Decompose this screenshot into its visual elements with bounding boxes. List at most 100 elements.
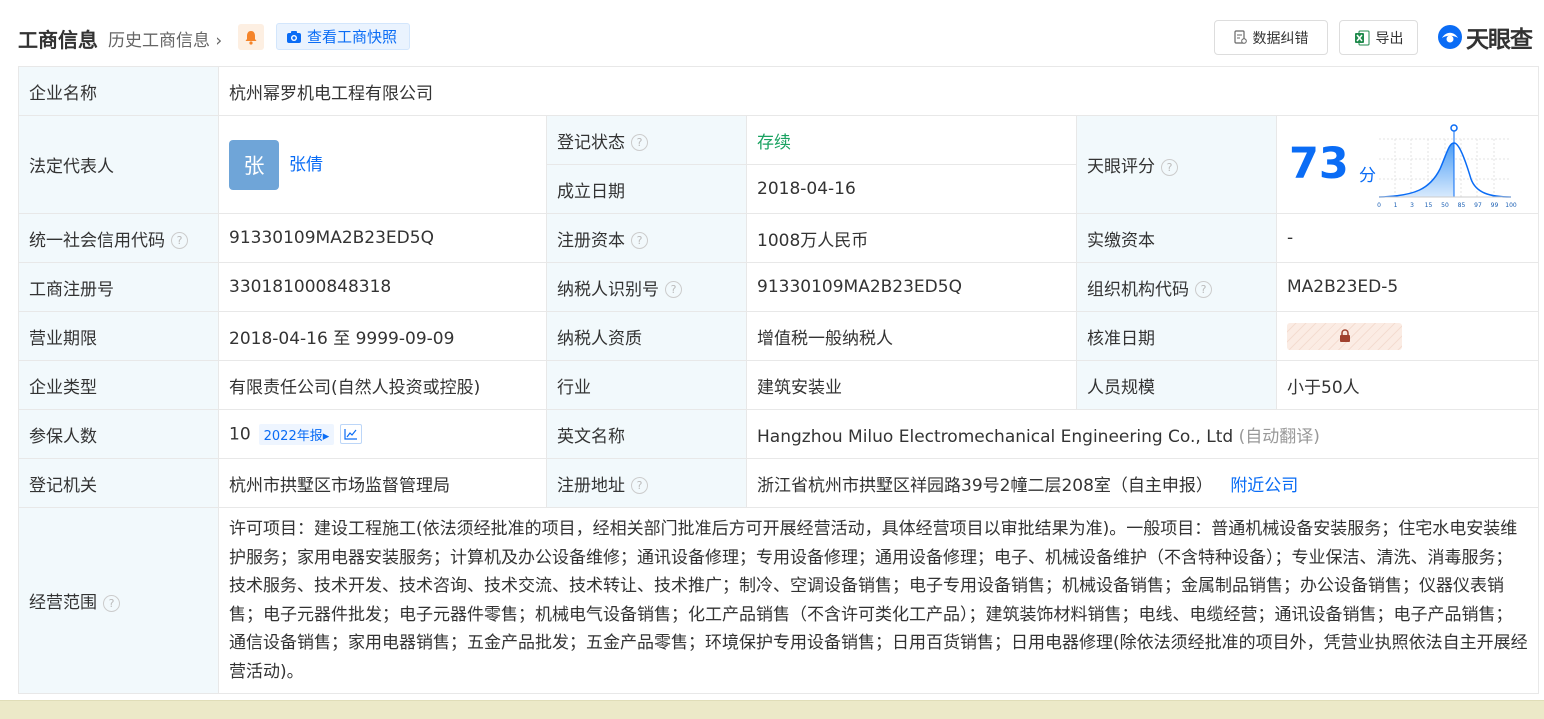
caret-right-icon: ▸ <box>322 428 330 444</box>
score-axis-tick: 50 <box>1441 202 1449 209</box>
table-row: 法定代表人 张张倩 登记状态? 存续 天眼评分? 73 分 0 1 3 15 5… <box>18 115 1539 214</box>
industry-label: 行业 <box>546 360 747 410</box>
locked-value[interactable] <box>1287 322 1402 350</box>
reg-address-label-cell: 注册地址? <box>546 458 747 508</box>
trend-chart-icon[interactable] <box>340 424 363 444</box>
english-name-label: 英文名称 <box>546 409 747 459</box>
camera-icon <box>287 30 301 43</box>
org-code-label: 组织机构代码 <box>1087 279 1189 300</box>
score-axis-tick: 3 <box>1410 202 1414 209</box>
score-cell[interactable]: 73 分 0 1 3 15 50 85 97 99 100 <box>1276 115 1539 214</box>
reg-capital-label-cell: 注册资本? <box>546 213 747 263</box>
score-unit: 分 <box>1359 165 1376 186</box>
score-label: 天眼评分 <box>1087 157 1155 177</box>
nearby-companies-link[interactable]: 附近公司 <box>1230 476 1298 496</box>
reg-address-value: 浙江省杭州市拱墅区祥园路39号2幢二层208室（自主申报） <box>757 475 1213 496</box>
score-number: 73 <box>1289 138 1349 189</box>
found-date-value: 2018-04-16 <box>746 164 1077 214</box>
taxpayer-id-value: 91330109MA2B23ED5Q <box>746 262 1077 312</box>
section-title: 工商信息 <box>18 28 98 52</box>
table-row: 登记机关 杭州市拱墅区市场监督管理局 注册地址? 浙江省杭州市拱墅区祥园路39号… <box>18 458 1539 508</box>
reg-authority-label: 登记机关 <box>18 458 219 508</box>
insured-cell: 10 2022年报▸ <box>218 409 547 459</box>
reg-capital-label: 注册资本 <box>557 230 625 251</box>
reg-status-value: 存续 <box>746 115 1077 165</box>
excel-icon <box>1354 30 1369 45</box>
help-icon[interactable]: ? <box>631 477 648 494</box>
chevron-right-icon: › <box>210 31 223 51</box>
reg-status-label: 登记状态 <box>557 132 625 153</box>
help-icon[interactable]: ? <box>171 232 188 249</box>
help-icon[interactable]: ? <box>1161 158 1178 176</box>
score-axis-tick: 0 <box>1377 202 1381 209</box>
term-label: 营业期限 <box>18 311 219 361</box>
paid-capital-label: 实缴资本 <box>1076 213 1277 263</box>
help-icon[interactable]: ? <box>665 281 682 298</box>
insured-value: 10 <box>229 424 251 444</box>
avatar[interactable]: 张 <box>229 139 279 190</box>
export-button[interactable]: 导出 <box>1339 20 1418 55</box>
score-axis-tick: 100 <box>1505 202 1517 209</box>
reg-status-label-cell: 登记状态? <box>546 115 747 165</box>
staff-size-value: 小于50人 <box>1276 360 1539 410</box>
snapshot-button[interactable]: 查看工商快照 <box>276 23 410 50</box>
reg-no-value: 330181000848318 <box>218 262 547 312</box>
help-icon[interactable]: ? <box>631 232 648 249</box>
table-row: 企业类型 有限责任公司(自然人投资或控股) 行业 建筑安装业 人员规模 小于50… <box>18 360 1539 410</box>
legal-rep-cell: 张张倩 <box>218 115 547 214</box>
reg-address-label: 注册地址 <box>557 475 625 496</box>
auto-translate-note: (自动翻译) <box>1238 426 1320 447</box>
legal-rep-label: 法定代表人 <box>18 115 219 214</box>
staff-size-label: 人员规模 <box>1076 360 1277 410</box>
table-row: 经营范围? 许可项目：建设工程施工(依法须经批准的项目，经相关部门批准后方可开展… <box>18 507 1539 694</box>
data-correction-button[interactable]: 数据纠错 <box>1214 20 1328 55</box>
bell-icon[interactable] <box>238 24 264 50</box>
found-date-label: 成立日期 <box>546 164 747 214</box>
score-widget: 73 分 0 1 3 15 50 85 97 99 100 <box>1277 117 1538 213</box>
history-info-link[interactable]: 历史工商信息 › <box>108 26 222 51</box>
score-distribution-chart: 0 1 3 15 50 85 97 99 100 <box>1377 123 1517 209</box>
credit-code-value: 91330109MA2B23ED5Q <box>218 213 547 263</box>
annual-report-link[interactable]: 2022年报▸ <box>258 423 335 445</box>
help-icon[interactable]: ? <box>1195 281 1212 298</box>
english-name-cell: Hangzhou Miluo Electromechanical Enginee… <box>746 409 1539 459</box>
eye-logo-icon <box>1438 25 1462 49</box>
reg-address-cell: 浙江省杭州市拱墅区祥园路39号2幢二层208室（自主申报） 附近公司 <box>746 458 1539 508</box>
company-name-value: 杭州幂罗机电工程有限公司 <box>218 66 1539 116</box>
approve-date-cell <box>1276 311 1539 361</box>
scope-label-cell: 经营范围? <box>18 507 219 694</box>
table-row: 企业名称 杭州幂罗机电工程有限公司 <box>18 66 1539 116</box>
org-code-label-cell: 组织机构代码? <box>1076 262 1277 312</box>
paid-capital-value: - <box>1276 213 1539 263</box>
credit-code-label-cell: 统一社会信用代码? <box>18 213 219 263</box>
legal-rep-name-link[interactable]: 张倩 <box>289 155 323 175</box>
taxpayer-qual-label: 纳税人资质 <box>546 311 747 361</box>
credit-code-label: 统一社会信用代码 <box>29 230 165 251</box>
company-type-label: 企业类型 <box>18 360 219 410</box>
lock-icon <box>1339 329 1350 342</box>
score-label-cell: 天眼评分? <box>1076 115 1277 214</box>
help-icon[interactable]: ? <box>631 134 648 151</box>
org-code-value: MA2B23ED-5 <box>1276 262 1539 312</box>
tianyancha-logo[interactable]: 天眼查 <box>1437 20 1533 54</box>
edit-doc-icon <box>1233 30 1247 44</box>
header-bar: 工商信息 历史工商信息 › 查看工商快照 数据纠错 导出 天眼查 <box>0 0 1544 66</box>
industry-value: 建筑安装业 <box>746 360 1077 410</box>
table-row: 参保人数 10 2022年报▸ 英文名称 Hangzhou Miluo Elect… <box>18 409 1539 459</box>
help-icon[interactable]: ? <box>103 594 120 612</box>
business-info-table: 企业名称 杭州幂罗机电工程有限公司 法定代表人 张张倩 登记状态? 存续 天眼评… <box>18 66 1539 694</box>
taskbar <box>0 700 1544 719</box>
score-axis-tick: 1 <box>1394 202 1398 209</box>
company-name-label: 企业名称 <box>18 66 219 116</box>
english-name-value: Hangzhou Miluo Electromechanical Enginee… <box>757 426 1234 447</box>
taxpayer-id-label-cell: 纳税人识别号? <box>546 262 747 312</box>
scope-value: 许可项目：建设工程施工(依法须经批准的项目，经相关部门批准后方可开展经营活动，具… <box>218 507 1539 694</box>
reg-no-label: 工商注册号 <box>18 262 219 312</box>
score-axis-tick: 85 <box>1458 202 1466 209</box>
table-row: 工商注册号 330181000848318 纳税人识别号? 91330109MA… <box>18 262 1539 312</box>
table-row: 统一社会信用代码? 91330109MA2B23ED5Q 注册资本? 1008万… <box>18 213 1539 263</box>
score-axis-tick: 15 <box>1425 202 1433 209</box>
scope-label: 经营范围 <box>29 593 97 613</box>
company-type-value: 有限责任公司(自然人投资或控股) <box>218 360 547 410</box>
score-axis-tick: 97 <box>1474 202 1482 209</box>
